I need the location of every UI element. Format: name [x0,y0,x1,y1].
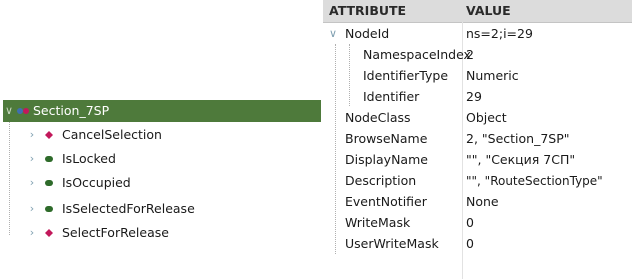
chevron-right-icon[interactable]: › [26,148,38,170]
attribute-value: None [466,194,499,209]
attribute-name: Identifier [363,89,420,104]
method-icon [44,222,56,244]
chevron-right-icon[interactable]: › [26,222,38,244]
chevron-right-icon[interactable]: › [26,124,38,146]
attribute-value: 2 [466,47,474,62]
attribute-row-identifier[interactable]: Identifier 29 [323,87,632,107]
attribute-name: BrowseName [345,131,428,146]
attribute-name: NodeClass [345,110,411,125]
attribute-name: NodeId [345,26,390,41]
attribute-value: "", "Секция 7СП" [466,152,576,167]
attribute-name: DisplayName [345,152,428,167]
attribute-value: 29 [466,89,482,104]
attribute-value: "", "RouteSectionType" [466,174,603,188]
attribute-row-description[interactable]: Description "", "RouteSectionType" [323,171,632,191]
attribute-value: ns=2;i=29 [466,26,533,41]
tree-node-label: Section_7SP [33,103,110,118]
attribute-row-writemask[interactable]: WriteMask 0 [323,213,632,233]
value-column-header[interactable]: VALUE [466,0,511,22]
attribute-row-namespaceindex[interactable]: NamespaceIndex 2 [323,45,632,65]
attribute-row-userwritemask[interactable]: UserWriteMask 0 [323,234,632,254]
attribute-column-header[interactable]: ATTRIBUTE [329,0,406,22]
attribute-row-eventnotifier[interactable]: EventNotifier None [323,192,632,212]
chevron-down-icon[interactable]: ∨ [3,100,15,122]
tree-node-label: IsOccupied [62,175,131,190]
attribute-name: EventNotifier [345,194,427,209]
tree-node-root[interactable]: ∨ Section_7SP [3,100,321,122]
attribute-value: 2, "Section_7SP" [466,131,570,146]
attribute-name: WriteMask [345,215,411,230]
variable-icon [44,148,56,170]
attribute-row-browsename[interactable]: BrowseName 2, "Section_7SP" [323,129,632,149]
attribute-name: IdentifierType [363,68,449,83]
tree-node-label: IsLocked [62,151,116,166]
attribute-row-nodeid[interactable]: ∨ NodeId ns=2;i=29 [323,24,632,44]
attribute-value: Numeric [466,68,519,83]
attribute-value: 0 [466,236,474,251]
tree-guide-line [9,119,10,235]
attributes-panel: ATTRIBUTE VALUE ∨ NodeId ns=2;i=29 Names… [323,0,632,279]
tree-node-label: IsSelectedForRelease [62,201,195,216]
variable-icon [44,198,56,220]
tree-node-label: SelectForRelease [62,225,169,240]
attributes-header: ATTRIBUTE VALUE [323,0,632,23]
nested-guide-line [349,44,350,106]
attribute-name: UserWriteMask [345,236,439,251]
address-space-tree: ∨ Section_7SP › CancelSelection › IsLock… [0,0,322,279]
chevron-right-icon[interactable]: › [26,198,38,220]
method-icon [44,124,56,146]
attribute-row-nodeclass[interactable]: NodeClass Object [323,108,632,128]
tree-node-label: CancelSelection [62,127,162,142]
row-guide-line [335,44,336,254]
attribute-row-identifiertype[interactable]: IdentifierType Numeric [323,66,632,86]
chevron-right-icon[interactable]: › [26,172,38,194]
attribute-value: Object [466,110,507,125]
attribute-name: NamespaceIndex [363,47,471,62]
attribute-row-displayname[interactable]: DisplayName "", "Секция 7СП" [323,150,632,170]
chevron-down-icon[interactable]: ∨ [329,24,337,44]
variable-icon [44,172,56,194]
attribute-name: Description [345,173,417,188]
object-node-icon [17,100,29,122]
attribute-value: 0 [466,215,474,230]
